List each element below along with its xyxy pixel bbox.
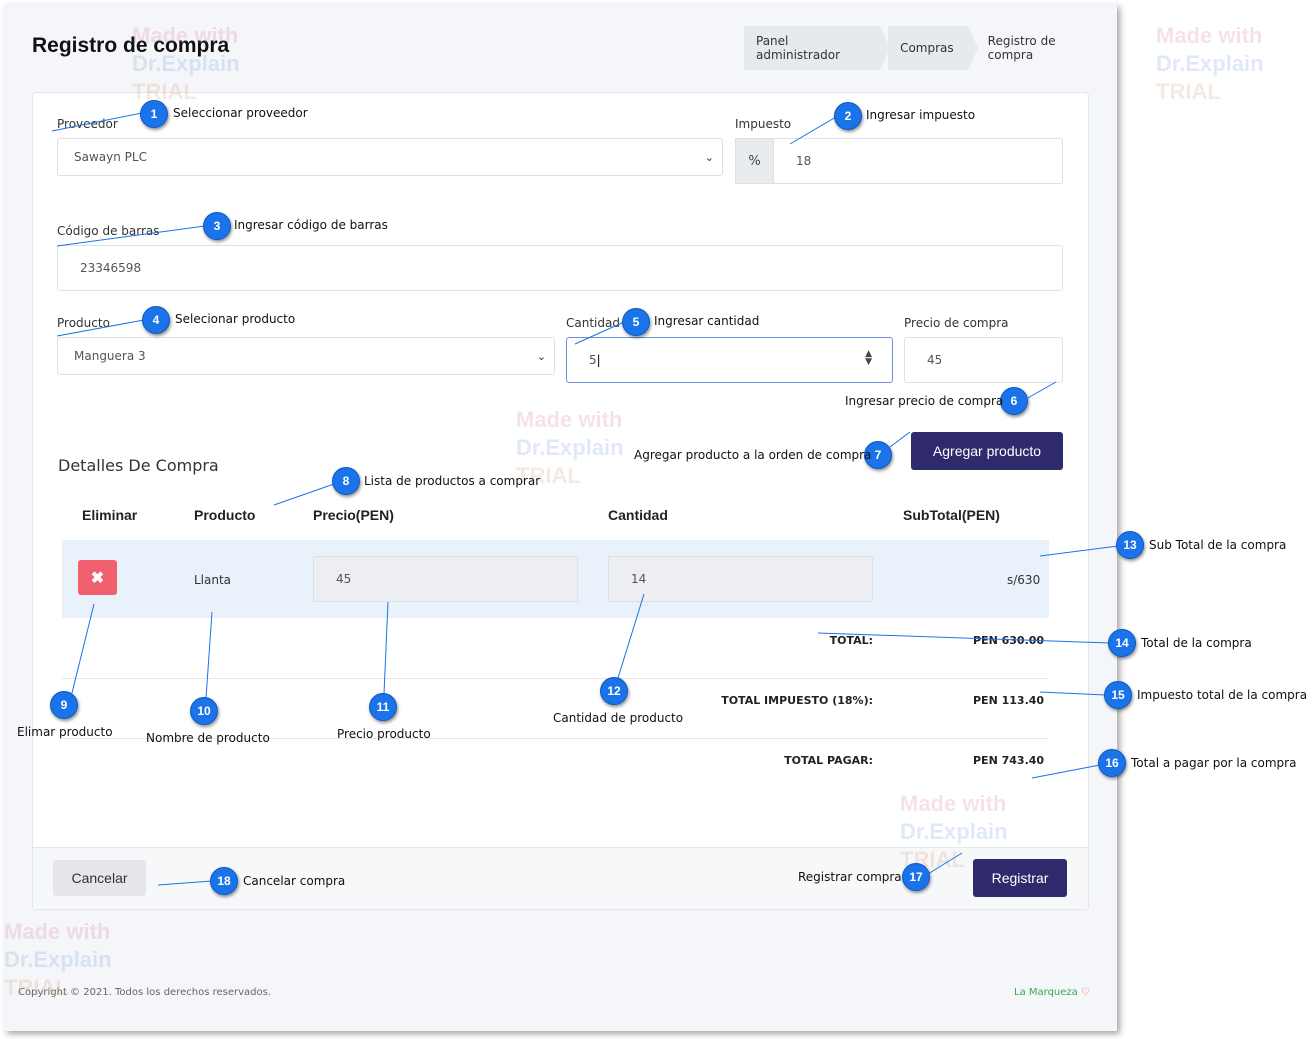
column-header-producto: Producto — [194, 507, 256, 523]
total-label: TOTAL: — [829, 634, 873, 647]
callout-text-12: Cantidad de producto — [553, 711, 684, 725]
row-precio: 45 — [336, 572, 352, 586]
total-value: PEN 630.00 — [973, 634, 1045, 647]
precio-label: Precio de compra — [904, 316, 1009, 330]
row-cantidad-field: 14 — [608, 556, 873, 602]
callout-badge-1: 1 — [140, 100, 168, 128]
row-precio-field: 45 — [313, 556, 578, 602]
barcode-input[interactable]: 23346598 — [57, 245, 1063, 291]
impuesto-value: 18 — [796, 154, 812, 168]
delete-row-button[interactable]: ✖ — [78, 560, 117, 595]
column-header-eliminar: Eliminar — [82, 507, 138, 523]
close-icon: ✖ — [90, 569, 105, 587]
callout-badge-2: 2 — [834, 102, 862, 130]
callout-badge-15: 15 — [1104, 681, 1132, 709]
breadcrumb: Panel administrador Compras Registro de … — [744, 26, 1117, 70]
impuesto-input[interactable]: 18 — [773, 138, 1063, 184]
chevron-down-icon: ⌄ — [704, 151, 714, 164]
proveedor-value: Sawayn PLC — [74, 150, 147, 164]
precio-input[interactable]: 45 — [904, 337, 1063, 383]
callout-text-9: Elimar producto — [17, 725, 113, 739]
register-button[interactable]: Registrar — [973, 859, 1067, 897]
callout-badge-17: 17 — [902, 863, 930, 891]
brand-link[interactable]: La Marqueza ♡ — [1014, 987, 1090, 998]
callout-text-10: Nombre de producto — [146, 731, 270, 745]
divider — [62, 678, 1049, 679]
callout-badge-18: 18 — [210, 867, 238, 895]
cantidad-label: Cantidad — [566, 316, 620, 330]
callout-text-2: Ingresar impuesto — [866, 108, 976, 122]
column-header-cantidad: Cantidad — [608, 507, 668, 523]
breadcrumb-panel[interactable]: Panel administrador — [744, 26, 891, 70]
callout-text-8: Lista de productos a comprar — [364, 474, 541, 488]
callout-badge-5: 5 — [622, 308, 650, 336]
total-pagar-label: TOTAL PAGAR: — [784, 754, 873, 767]
producto-select[interactable]: Manguera 3 ⌄ — [57, 337, 555, 375]
callout-text-17: Registrar compra — [798, 870, 902, 884]
callout-text-14: Total de la compra — [1141, 636, 1252, 650]
total-impuesto-label: TOTAL IMPUESTO (18%): — [721, 694, 873, 707]
callout-badge-12: 12 — [600, 677, 628, 705]
callout-badge-3: 3 — [203, 212, 231, 240]
callout-text-7: Agregar producto a la orden de compra — [634, 448, 872, 462]
barcode-label: Código de barras — [57, 224, 160, 238]
callout-text-15: Impuesto total de la compra — [1137, 688, 1308, 702]
callout-badge-10: 10 — [190, 697, 218, 725]
breadcrumb-current: Registro de compra — [987, 34, 1056, 62]
callout-badge-11: 11 — [369, 693, 397, 721]
details-title: Detalles De Compra — [58, 456, 219, 475]
proveedor-select[interactable]: Sawayn PLC ⌄ — [57, 138, 723, 176]
callout-text-13: Sub Total de la compra — [1149, 538, 1287, 552]
callout-badge-4: 4 — [142, 306, 170, 334]
barcode-value: 23346598 — [80, 261, 142, 275]
callout-text-3: Ingresar código de barras — [234, 218, 388, 232]
brand-name: La Marqueza — [1014, 987, 1078, 998]
cantidad-input[interactable]: 5 | ▲ ▼ — [566, 337, 893, 383]
heart-icon: ♡ — [1080, 987, 1090, 998]
total-impuesto-value: PEN 113.40 — [973, 694, 1045, 707]
copyright-text: Copyright © 2021. Todos los derechos res… — [18, 987, 271, 998]
callout-badge-13: 13 — [1116, 531, 1144, 559]
callout-badge-8: 8 — [332, 467, 360, 495]
watermark: Made withDr.ExplainTRIAL — [1156, 23, 1264, 104]
callout-text-1: Seleccionar proveedor — [173, 106, 308, 120]
callout-text-16: Total a pagar por la compra — [1131, 756, 1297, 770]
callout-text-11: Precio producto — [337, 727, 431, 741]
callout-badge-9: 9 — [50, 691, 78, 719]
page-title: Registro de compra — [32, 34, 230, 57]
row-cantidad: 14 — [631, 572, 647, 586]
percent-addon: % — [735, 138, 773, 184]
column-header-subtotal: SubTotal(PEN) — [903, 507, 1000, 523]
callout-badge-6: 6 — [1000, 387, 1028, 415]
producto-label: Producto — [57, 316, 110, 330]
callout-text-4: Selecionar producto — [175, 312, 296, 326]
impuesto-label: Impuesto — [735, 117, 792, 131]
row-subtotal: s/630 — [1007, 573, 1041, 587]
row-producto: Llanta — [194, 573, 232, 587]
column-header-precio: Precio(PEN) — [313, 507, 394, 523]
purchase-form-card — [32, 92, 1089, 910]
callout-badge-14: 14 — [1108, 629, 1136, 657]
breadcrumb-compras[interactable]: Compras — [888, 26, 978, 70]
chevron-down-icon: ⌄ — [536, 350, 546, 363]
number-spinner-icon[interactable]: ▲ ▼ — [865, 350, 872, 367]
total-pagar-value: PEN 743.40 — [973, 754, 1045, 767]
cantidad-value: 5 — [589, 353, 597, 367]
precio-value: 45 — [927, 353, 943, 367]
callout-text-18: Cancelar compra — [243, 874, 346, 888]
add-product-button[interactable]: Agregar producto — [911, 432, 1063, 470]
producto-value: Manguera 3 — [74, 349, 146, 363]
cancel-button[interactable]: Cancelar — [53, 860, 146, 896]
callout-text-5: Ingresar cantidad — [654, 314, 760, 328]
proveedor-label: Proveedor — [57, 117, 118, 131]
callout-text-6: Ingresar precio de compra — [845, 394, 1004, 408]
callout-badge-16: 16 — [1098, 749, 1126, 777]
